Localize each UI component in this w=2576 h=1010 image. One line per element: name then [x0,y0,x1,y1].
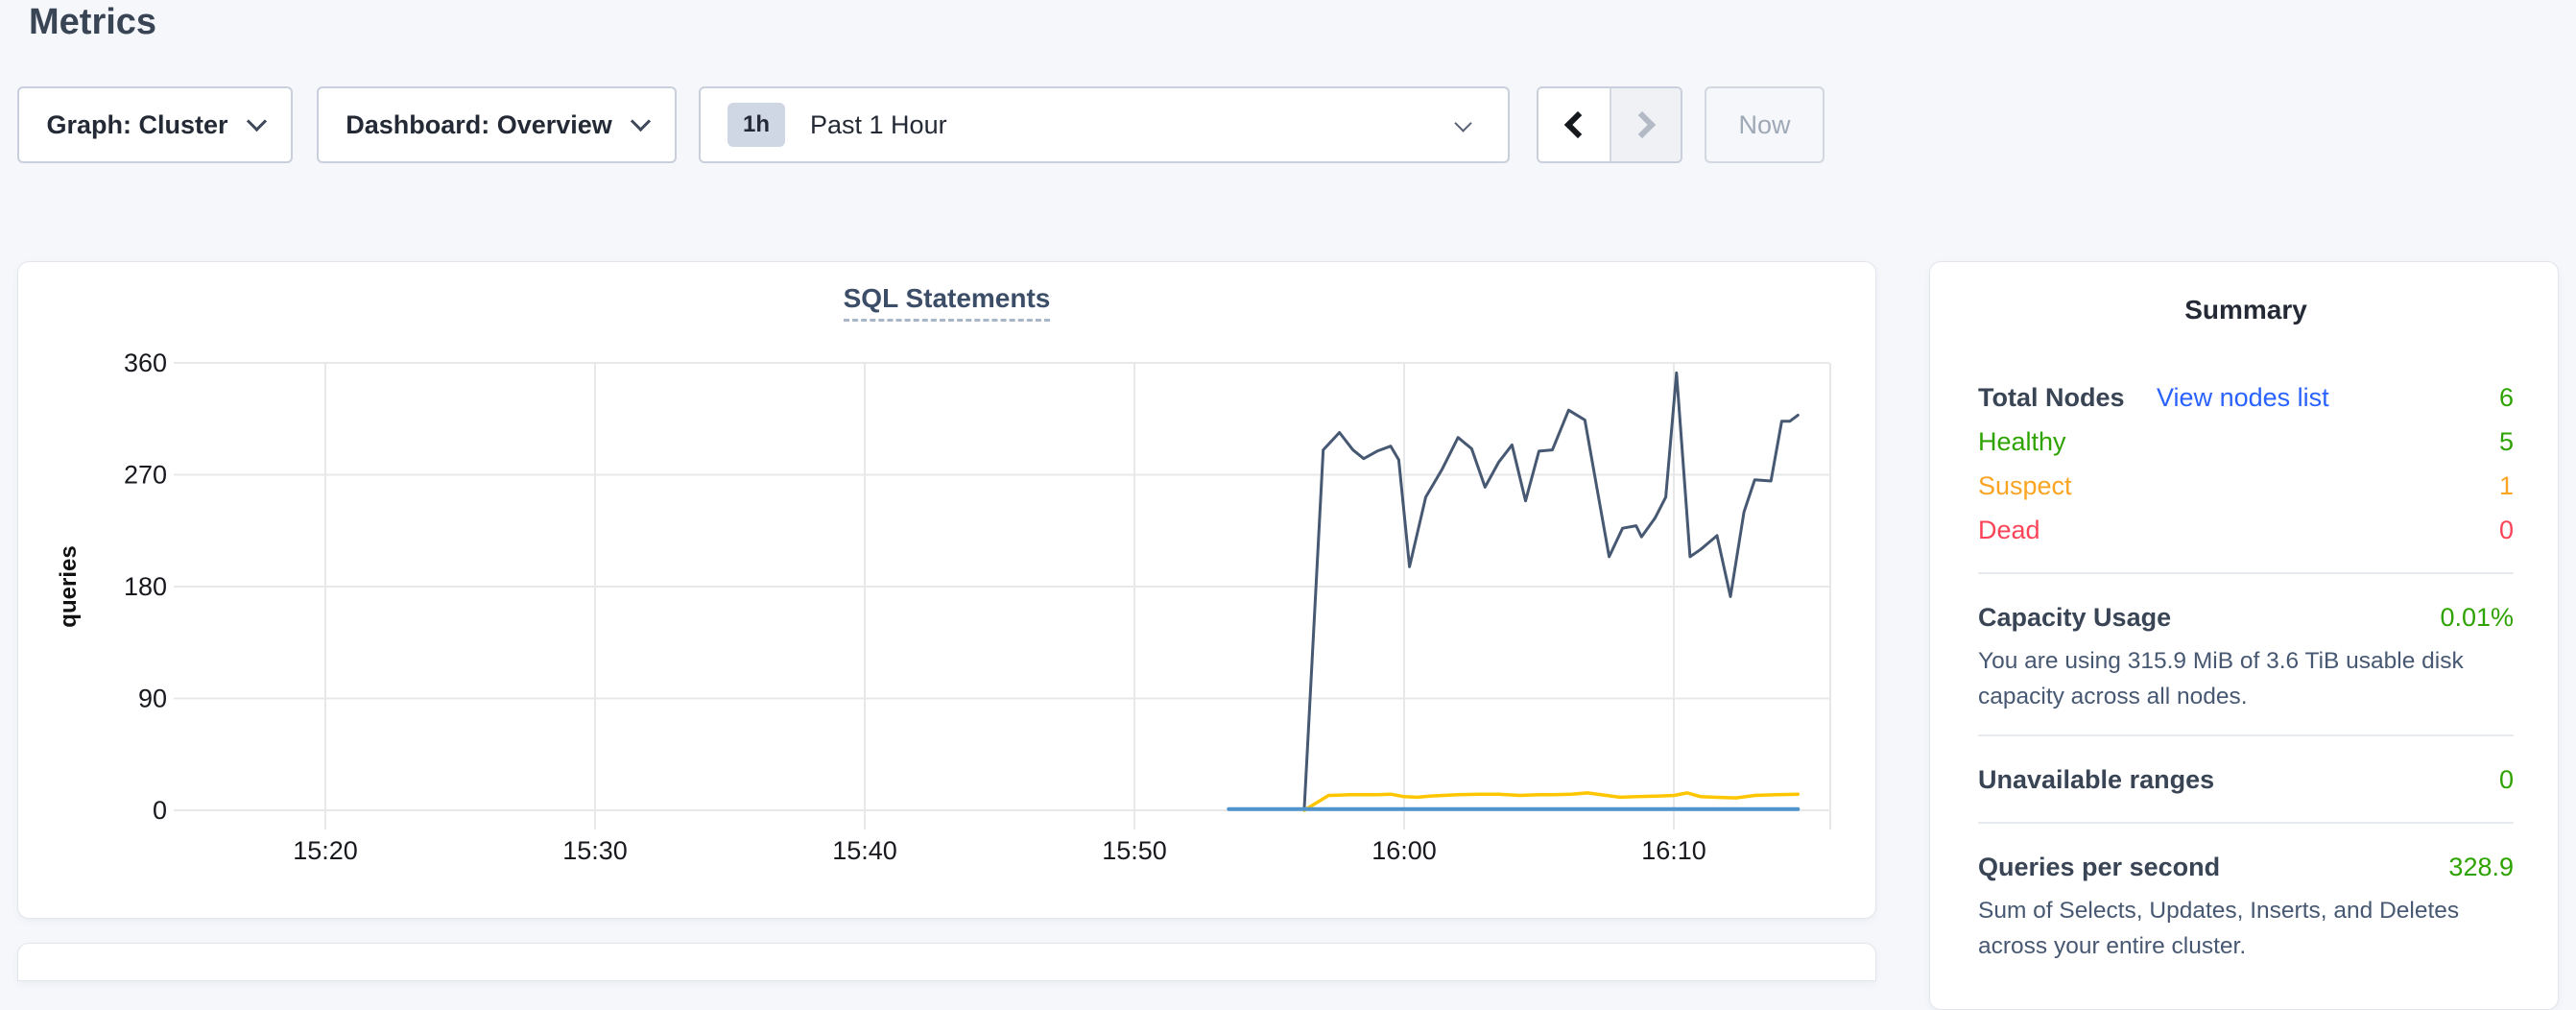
summary-title: Summary [1978,295,2514,325]
prev-time-button[interactable] [1538,88,1610,161]
queries-per-second-value: 328.9 [2448,853,2514,882]
queries-per-second-label: Queries per second [1978,853,2220,882]
sql-statements-chart: 0 90 180 270 360 15:20 15:30 15:40 15:50 16:00 16:… [18,262,1877,920]
chevron-left-icon [1564,111,1591,138]
next-time-button[interactable] [1610,88,1681,161]
now-button[interactable]: Now [1705,86,1825,163]
sql-statements-card: SQL Statements 09018027036015:2015:3015:… [17,261,1876,919]
y-tick-label: 90 [138,685,167,713]
time-range-badge: 1h [727,103,785,147]
next-chart-card [17,943,1876,981]
metrics-page: { "page": { "title": "Metrics" }, "toolb… [0,0,2576,950]
healthy-label: Healthy [1978,427,2066,457]
suspect-label: Suspect [1978,471,2072,501]
chevron-right-icon [1629,111,1656,138]
unavailable-ranges-value: 0 [2499,765,2514,795]
summary-panel: Summary Total Nodes View nodes list 6 He… [1929,261,2559,1010]
x-tick-label: 15:20 [293,836,358,865]
healthy-nodes-row: Healthy 5 [1978,420,2514,464]
graph-dropdown[interactable]: Graph: Cluster [17,86,293,163]
page-title: Metrics [29,2,156,43]
capacity-usage-description: You are using 315.9 MiB of 3.6 TiB usabl… [1978,643,2514,714]
series-dark-slate-line [1304,373,1798,807]
unavailable-ranges-label: Unavailable ranges [1978,765,2214,795]
capacity-usage-value: 0.01% [2440,603,2514,633]
dashboard-dropdown[interactable]: Dashboard: Overview [317,86,677,163]
x-tick-label: 16:10 [1641,836,1706,865]
y-tick-label: 180 [124,572,167,601]
chevron-down-icon [1454,114,1471,132]
capacity-usage-row: Capacity Usage 0.01% [1978,595,2514,639]
graph-dropdown-label: Graph: Cluster [46,110,227,140]
total-nodes-label: Total Nodes [1978,383,2125,412]
queries-per-second-row: Queries per second 328.9 [1978,845,2514,889]
unavailable-ranges-row: Unavailable ranges 0 [1978,758,2514,802]
dead-label: Dead [1978,516,2040,545]
x-tick-label: 15:40 [832,836,897,865]
dashboard-dropdown-label: Dashboard: Overview [346,110,612,140]
capacity-usage-label: Capacity Usage [1978,603,2171,633]
time-pager [1537,86,1682,163]
total-nodes-cell: Total Nodes View nodes list [1978,383,2329,413]
y-axis-label: queries [56,545,82,627]
x-tick-label: 15:50 [1102,836,1167,865]
view-nodes-list-link[interactable]: View nodes list [2157,383,2329,412]
divider [1978,572,2514,574]
total-nodes-row: Total Nodes View nodes list 6 [1978,375,2514,420]
y-tick-label: 0 [153,796,167,825]
x-tick-label: 15:30 [562,836,628,865]
time-range-dropdown[interactable]: 1h Past 1 Hour [699,86,1510,163]
suspect-value: 1 [2499,471,2514,501]
queries-per-second-description: Sum of Selects, Updates, Inserts, and De… [1978,893,2514,964]
dead-value: 0 [2499,516,2514,545]
divider [1978,822,2514,824]
x-tick-label: 16:00 [1371,836,1437,865]
chevron-down-icon [246,110,266,131]
y-tick-label: 270 [124,461,167,490]
chevron-down-icon [631,110,651,131]
healthy-value: 5 [2499,427,2514,457]
total-nodes-value: 6 [2499,383,2514,413]
dead-nodes-row: Dead 0 [1978,508,2514,552]
divider [1978,734,2514,736]
y-tick-label: 360 [124,349,167,377]
time-range-label: Past 1 Hour [810,110,947,140]
suspect-nodes-row: Suspect 1 [1978,464,2514,508]
